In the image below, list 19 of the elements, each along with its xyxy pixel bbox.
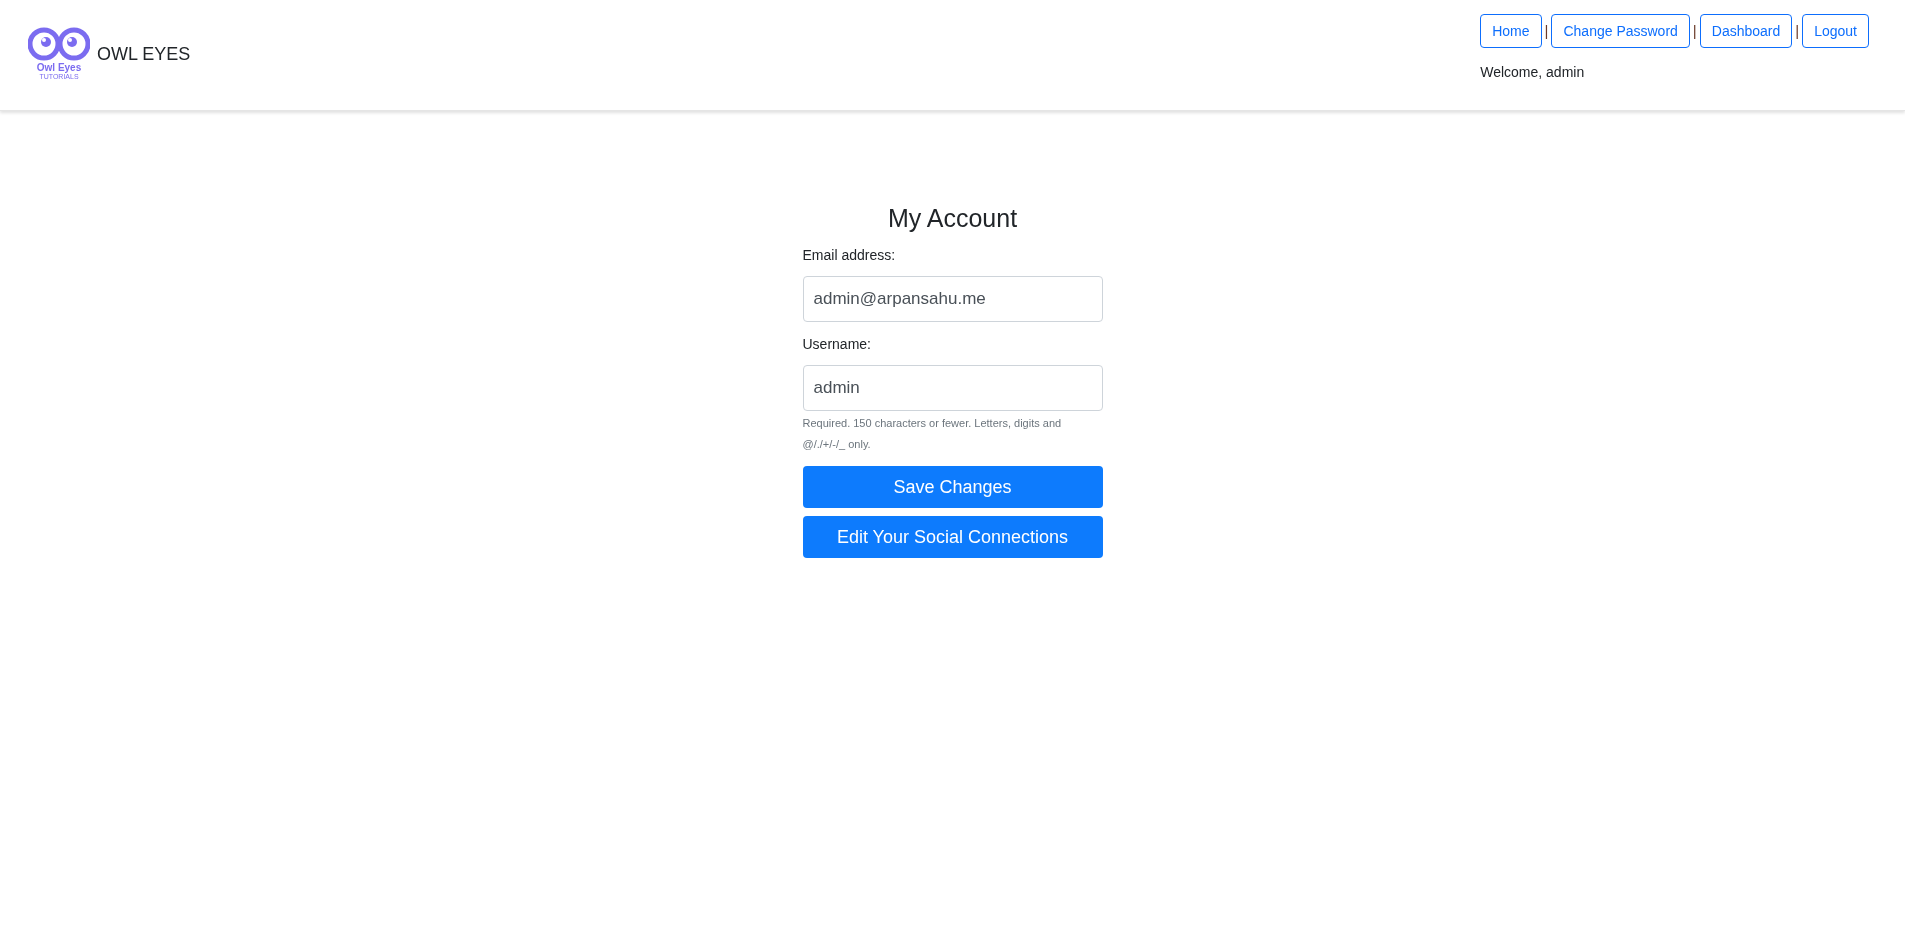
nav-separator: | [1692, 20, 1697, 41]
primary-button[interactable]: Edit Your Social Connections [802, 516, 1103, 558]
brand-name[interactable]: OWL EYES [97, 40, 191, 68]
nav-link[interactable]: Dashboard [1699, 14, 1793, 48]
nav-separator: | [1544, 20, 1549, 41]
logo-name: Owl Eyes [36, 62, 82, 73]
nav-link[interactable]: Logout [1802, 14, 1869, 48]
owl-eyes-icon [28, 27, 90, 61]
input-field[interactable]: admin@arpansahu.me [802, 276, 1103, 322]
nav-link[interactable]: Home [1480, 14, 1542, 48]
nav-separator: | [1795, 20, 1800, 41]
primary-button[interactable]: Save Changes [802, 466, 1103, 508]
field-label: Email address: [802, 246, 897, 265]
help-text: Required. 150 characters or fewer. Letters, digits and @/./+/-/_ only. [802, 416, 1063, 452]
input-field[interactable]: admin [802, 365, 1103, 411]
welcome-text: Welcome, admin [1480, 63, 1586, 82]
nav-link[interactable]: Change Password [1551, 14, 1690, 48]
page-title: My Account [886, 203, 1019, 233]
field-label: Username: [802, 335, 872, 354]
